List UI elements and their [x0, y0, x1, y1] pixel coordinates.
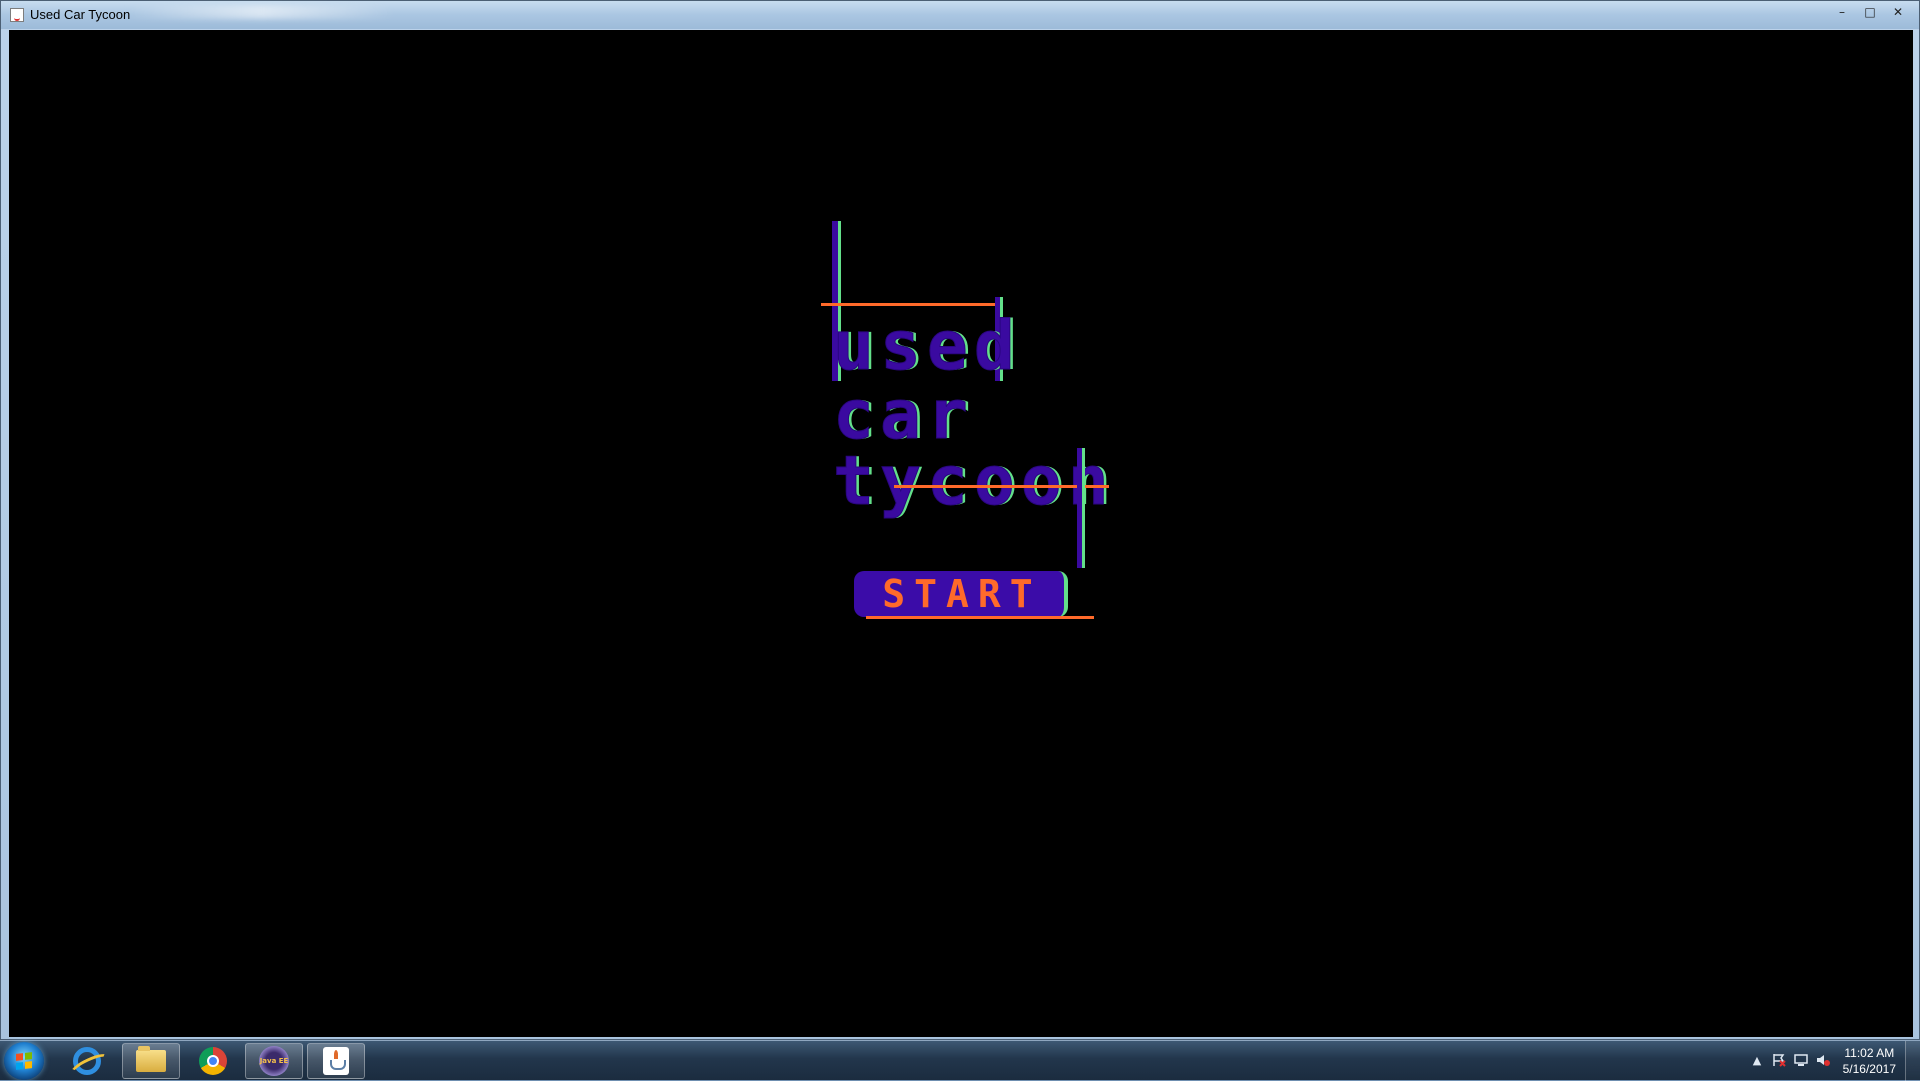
system-tray: ▲ 11:02 AM 5/16/2017: [1720, 1041, 1920, 1081]
title-blur-region: [126, 5, 396, 19]
java-icon: [323, 1047, 349, 1075]
clock[interactable]: 11:02 AM 5/16/2017: [1843, 1045, 1896, 1077]
taskbar: Java EE ▲ 11:02 AM 5/16/2017: [0, 1040, 1920, 1081]
taskbar-item-eclipse[interactable]: Java EE: [245, 1043, 303, 1079]
app-window: Used Car Tycoon – □ ✕ used car tycoon ST…: [0, 0, 1920, 1040]
show-desktop-button[interactable]: [1905, 1041, 1920, 1081]
maximize-button[interactable]: □: [1857, 3, 1883, 21]
network-icon[interactable]: [1794, 1053, 1808, 1067]
clock-time: 11:02 AM: [1844, 1046, 1895, 1060]
game-canvas[interactable]: used car tycoon START: [9, 30, 1913, 1037]
game-logo: used car tycoon: [9, 30, 1913, 1037]
title-bar[interactable]: Used Car Tycoon – □ ✕: [1, 1, 1919, 29]
taskbar-item-java[interactable]: [307, 1043, 365, 1079]
chrome-icon: [199, 1047, 227, 1075]
windows-start-button[interactable]: [4, 1042, 44, 1080]
start-underline: [866, 616, 1094, 619]
window-controls: – □ ✕: [1829, 3, 1911, 21]
close-button[interactable]: ✕: [1885, 3, 1911, 21]
start-button-label: START: [882, 572, 1042, 616]
logo-word-car: car: [833, 376, 974, 455]
internet-explorer-icon: [73, 1047, 101, 1075]
logo-word-used: used: [833, 307, 1021, 386]
windows-logo-icon: [16, 1052, 32, 1070]
taskbar-item-chrome[interactable]: [184, 1043, 242, 1079]
tray-overflow-icon[interactable]: ▲: [1750, 1053, 1764, 1067]
minimize-button[interactable]: –: [1829, 3, 1855, 21]
clock-date: 5/16/2017: [1842, 1062, 1896, 1076]
volume-muted-icon[interactable]: [1816, 1053, 1830, 1067]
taskbar-item-file-explorer[interactable]: [122, 1043, 180, 1079]
taskbar-item-internet-explorer[interactable]: [58, 1043, 116, 1079]
logo-line-right-green: [1082, 448, 1085, 568]
java-app-icon: [10, 8, 24, 22]
folder-icon: [136, 1046, 166, 1072]
eclipse-icon: Java EE: [259, 1046, 289, 1076]
window-title: Used Car Tycoon: [30, 7, 131, 22]
logo-word-tycoon: tycoon: [833, 442, 1115, 521]
start-button[interactable]: START: [854, 571, 1068, 617]
action-center-flag-icon[interactable]: [1772, 1053, 1786, 1067]
logo-rule-top: [821, 303, 1001, 306]
